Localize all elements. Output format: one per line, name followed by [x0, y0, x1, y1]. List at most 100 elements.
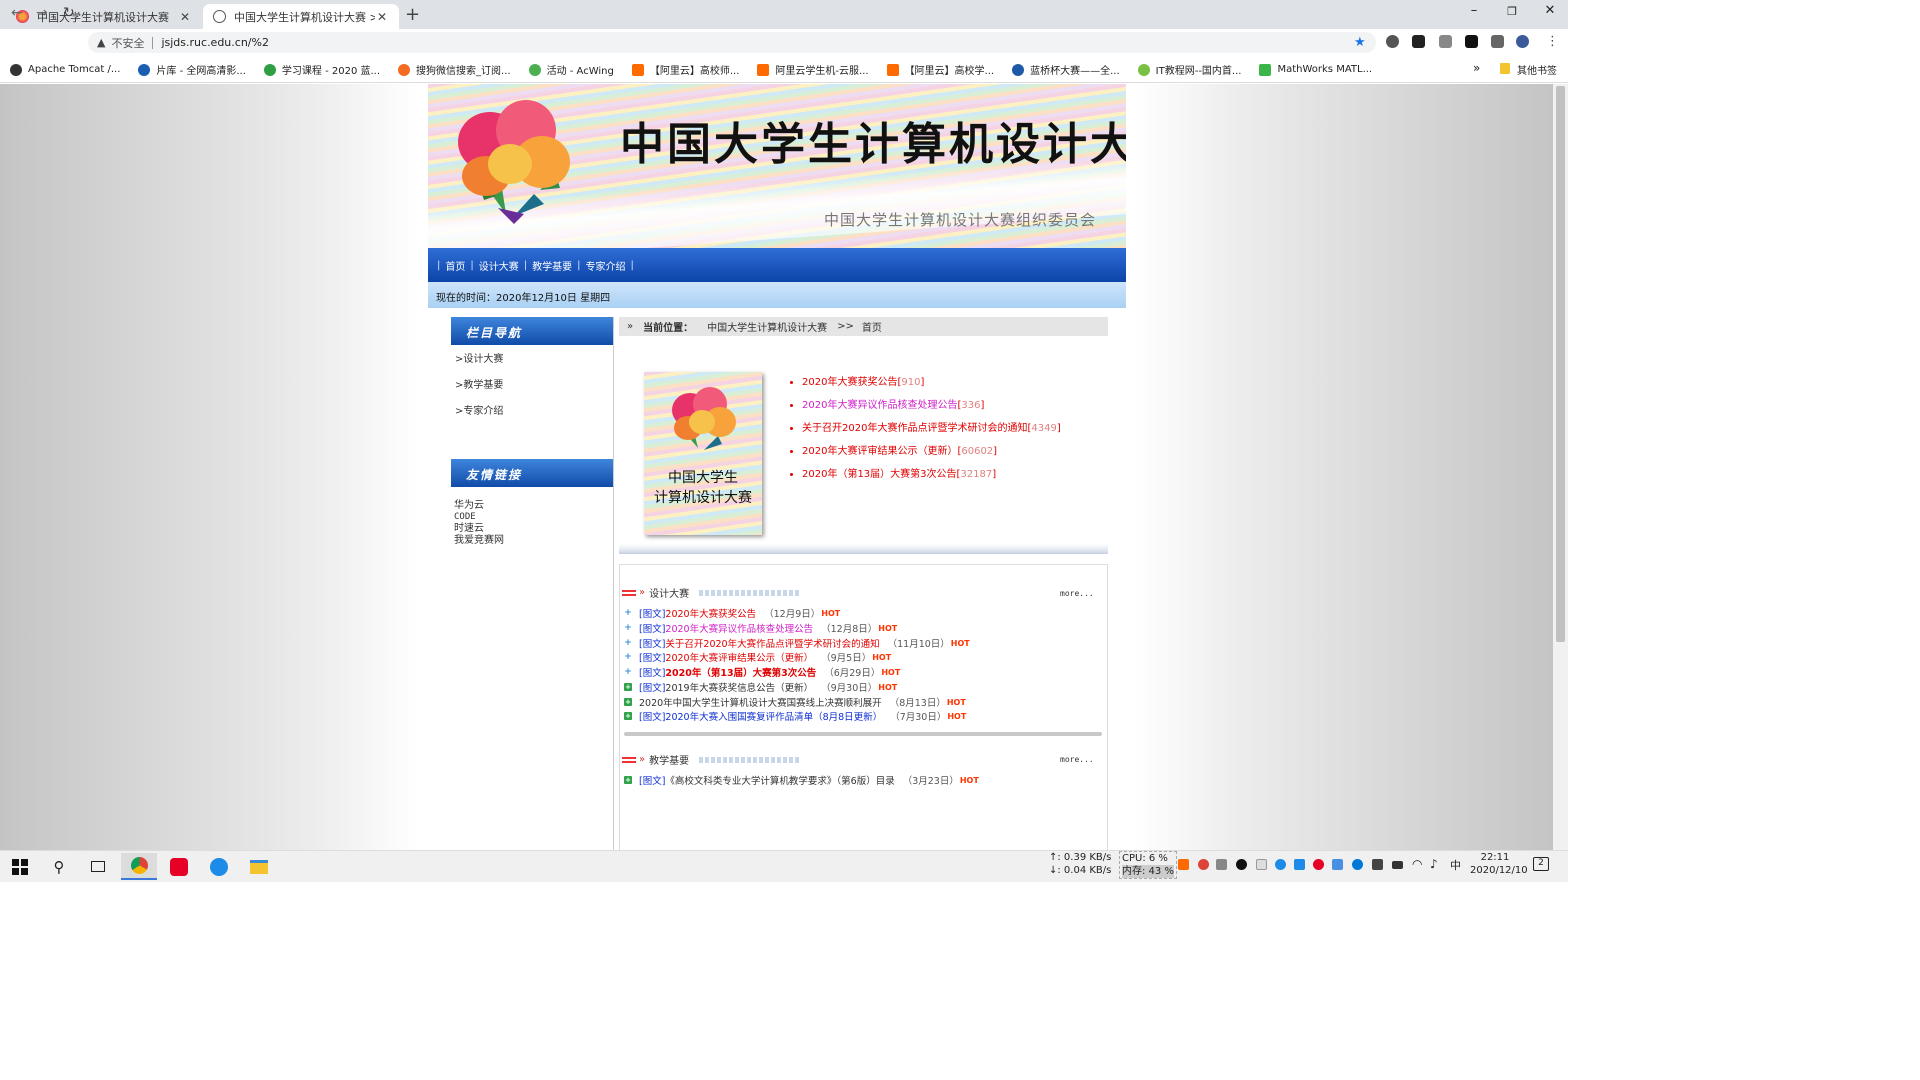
bullet-icon: + — [624, 623, 632, 633]
tray-netease-icon[interactable] — [1313, 859, 1324, 870]
tray-app-icon[interactable] — [1256, 859, 1267, 870]
dotted-decoration — [699, 589, 800, 596]
sidebar-divider — [613, 317, 614, 850]
bookmark-item[interactable]: MathWorks MATL... — [1259, 63, 1372, 76]
bookmark-item[interactable]: 阿里云学生机-云服... — [757, 62, 869, 77]
more-link[interactable]: more... — [1060, 589, 1094, 598]
table-row[interactable]: + [图文] 2020年大赛入围国赛复评作品清单（8月8日更新） （7月30日） HOT — [624, 709, 966, 723]
notification-icon[interactable]: 2 — [1533, 857, 1549, 871]
scrollbar-thumb[interactable] — [1556, 86, 1565, 642]
link-52jingsai[interactable]: 我爱竞赛网 — [454, 535, 504, 547]
top-news-list: 2020年大赛获奖公告[910] 2020年大赛异议作品核查处理公告[336] … — [790, 371, 1061, 486]
address-separator — [152, 36, 154, 49]
contest-cover-image[interactable]: 中国大学生 计算机设计大赛 — [644, 372, 762, 535]
bookmark-item[interactable]: Apache Tomcat /... — [10, 63, 120, 76]
maximize-button[interactable]: ❐ — [1502, 5, 1522, 18]
clock[interactable]: 22:11 2020/12/10 — [1470, 851, 1528, 877]
puzzle-extensions-icon[interactable] — [1491, 35, 1504, 48]
list-item[interactable]: 2020年大赛获奖公告[910] — [802, 371, 1061, 394]
volume-icon[interactable]: ♪ — [1430, 857, 1438, 871]
bookmark-item[interactable]: 蓝桥杯大赛——全... — [1012, 62, 1120, 77]
extension-badge-icon[interactable] — [1439, 35, 1452, 48]
close-tab-icon[interactable]: ✕ — [375, 10, 389, 24]
list-item[interactable]: 2020年大赛评审结果公示（更新）[60602] — [802, 440, 1061, 463]
nav-item-design-contest[interactable]: 设计大赛 — [479, 258, 519, 273]
extension-icon[interactable] — [1465, 35, 1478, 48]
windows-start-icon[interactable] — [2, 853, 38, 880]
breadcrumb-site[interactable]: 中国大学生计算机设计大赛 — [707, 319, 827, 334]
table-row[interactable]: +2020年中国大学生计算机设计大赛国赛线上决赛顺利展开 （8月13日） HOT — [624, 695, 966, 709]
other-bookmarks[interactable]: 其他书签 — [1517, 62, 1557, 77]
bookmark-item[interactable]: IT教程网--国内首... — [1137, 62, 1241, 77]
table-row[interactable]: + [图文] 2020年大赛异议作品核查处理公告 （12月8日） HOT — [624, 621, 897, 636]
new-tab-button[interactable]: + — [405, 4, 420, 25]
play-extension-icon[interactable] — [1386, 35, 1399, 48]
site-banner: 中国大学生计算机设计大赛 中国大学生计算机设计大赛组织委员会 — [428, 84, 1126, 248]
more-link[interactable]: more... — [1060, 755, 1094, 764]
more-menu-icon[interactable]: ⋮ — [1546, 34, 1559, 49]
bookmark-item[interactable]: 活动 - AcWing — [528, 62, 614, 77]
tray-app-icon[interactable] — [1236, 859, 1247, 870]
bookmark-item[interactable]: 【阿里云】高校学... — [886, 62, 994, 77]
close-window-button[interactable]: ✕ — [1540, 3, 1560, 18]
back-arrow-icon[interactable]: ← — [11, 5, 23, 21]
table-row[interactable]: + [图文] 2020年（第13届）大赛第3次公告 （6月29日） HOT — [624, 665, 900, 680]
bookmark-star-icon[interactable]: ★ — [1354, 35, 1366, 50]
bookmark-item[interactable]: 片库 - 全网高清影... — [138, 62, 246, 77]
bookmarks-overflow-icon[interactable]: » — [1473, 61, 1480, 75]
table-row[interactable]: + [图文] 关于召开2020年大赛作品点评暨学术研讨会的通知 （11月10日） HOT — [624, 636, 970, 651]
cover-text-line-2: 计算机设计大赛 — [654, 490, 752, 506]
minimize-button[interactable]: – — [1464, 3, 1484, 18]
address-bar[interactable]: ▲ 不安全 jsjds.ruc.edu.cn/%2 — [88, 32, 1376, 53]
bookmark-item[interactable]: 学习课程 - 2020 蓝... — [263, 62, 380, 77]
list-item[interactable]: 2020年大赛异议作品核查处理公告[336] — [802, 394, 1061, 417]
vertical-scrollbar[interactable] — [1553, 84, 1568, 850]
nav-item-home[interactable]: 首页 — [445, 258, 465, 273]
dotted-decoration — [699, 756, 800, 763]
bookmark-item[interactable]: 搜狗微信搜索_订阅... — [398, 62, 511, 77]
tab-title: 中国大学生计算机设计大赛 — [37, 10, 169, 24]
battery-icon[interactable] — [1392, 861, 1403, 869]
table-row[interactable]: + [图文] 2020年大赛获奖公告 （12月9日） HOT — [624, 606, 840, 621]
tray-chrome-icon[interactable] — [1198, 859, 1209, 870]
tray-app-icon[interactable] — [1178, 859, 1189, 870]
tray-usb-icon[interactable] — [1216, 859, 1227, 870]
table-row[interactable]: + [图文] 2020年大赛评审结果公示（更新） （9月5日） HOT — [624, 650, 891, 665]
cover-text-line-1: 中国大学生 — [668, 470, 738, 486]
list-item[interactable]: 关于召开2020年大赛作品点评暨学术研讨会的通知[4349] — [802, 417, 1061, 440]
tray-app-icon[interactable] — [1332, 859, 1343, 870]
link-shisuyun[interactable]: 时速云 — [454, 523, 504, 535]
task-view-icon[interactable] — [80, 853, 116, 880]
wifi-icon[interactable]: ◠ — [1412, 857, 1422, 871]
list-item[interactable]: 2020年（第13届）大赛第3次公告[32187] — [802, 463, 1061, 486]
security-shield-icon[interactable] — [1372, 859, 1383, 870]
tray-app-icon[interactable] — [1275, 859, 1286, 870]
extension-icon[interactable] — [1412, 35, 1425, 48]
link-code[interactable]: CODE — [454, 512, 504, 524]
close-tab-icon[interactable]: ✕ — [178, 10, 192, 24]
current-time-bar: 现在的时间：2020年12月10日 星期四 — [428, 282, 1126, 308]
tray-kugou-icon[interactable] — [1294, 859, 1305, 870]
url-text[interactable]: jsjds.ruc.edu.cn/%2 — [161, 36, 269, 49]
table-row[interactable]: + [图文] 《高校文科类专业大学计算机教学要求》（第6版）目录 （3月23日） HOT — [624, 773, 979, 787]
ime-indicator[interactable]: 中 — [1450, 857, 1461, 873]
link-huaweicloud[interactable]: 华为云 — [454, 500, 504, 512]
nav-item-teaching[interactable]: 教学基要 — [532, 258, 572, 273]
sidebar-item-experts[interactable]: >专家介绍 — [455, 402, 503, 417]
table-row[interactable]: + [图文] 2019年大赛获奖信息公告（更新） （9月30日） HOT — [624, 680, 897, 694]
file-explorer-icon[interactable] — [241, 853, 277, 880]
netease-music-icon[interactable] — [161, 853, 197, 880]
sidebar-item-teaching[interactable]: >教学基要 — [455, 376, 503, 391]
sidebar-item-design-contest[interactable]: >设计大赛 — [455, 350, 503, 365]
nav-item-experts[interactable]: 专家介绍 — [586, 258, 626, 273]
bullet-icon: + — [624, 608, 632, 618]
tab-2-active[interactable]: 中国大学生计算机设计大赛 >> 首页 ✕ — [203, 4, 399, 29]
chrome-taskbar-icon[interactable] — [121, 853, 157, 880]
reload-icon[interactable]: ↻ — [63, 5, 75, 21]
bluetooth-icon[interactable] — [1352, 859, 1363, 870]
forward-arrow-icon[interactable]: → — [36, 5, 48, 21]
profile-avatar[interactable] — [1516, 35, 1529, 48]
search-icon[interactable]: ⚲ — [41, 853, 77, 880]
kugou-icon[interactable] — [201, 853, 237, 880]
bookmark-item[interactable]: 【阿里云】高校师... — [631, 62, 739, 77]
